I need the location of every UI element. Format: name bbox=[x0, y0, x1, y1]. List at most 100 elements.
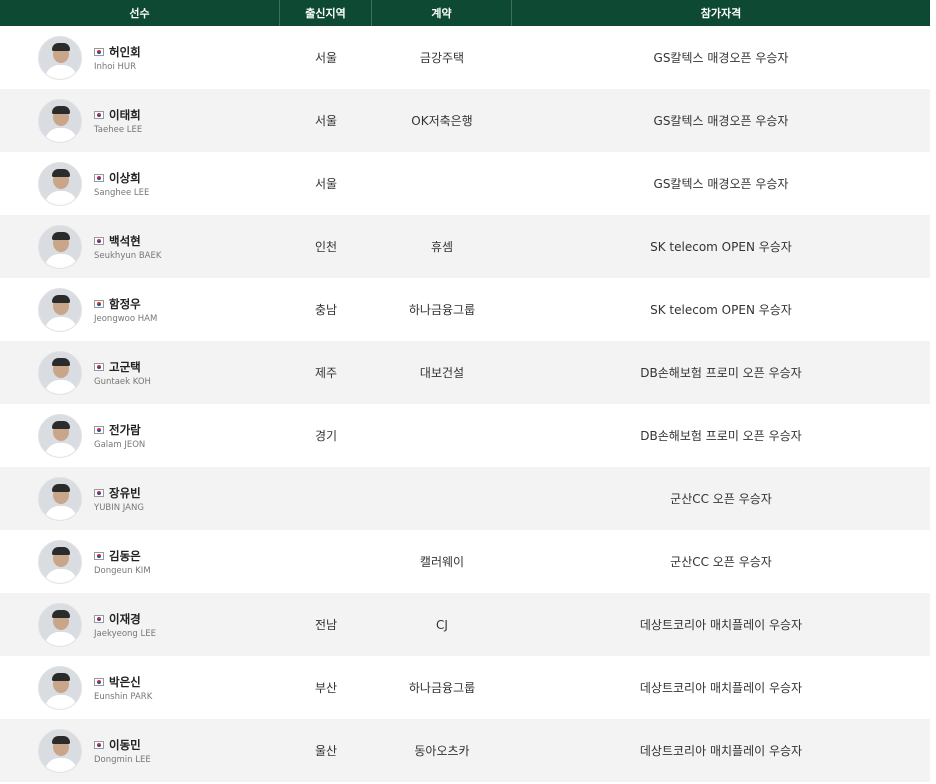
player-name-english: Inhoi HUR bbox=[94, 61, 137, 72]
table-row[interactable]: 이동민 Dongmin LEE 울산 동아오츠카 데상트코리아 매치플레이 우승… bbox=[0, 719, 930, 782]
player-name-english: YUBIN JANG bbox=[94, 502, 144, 513]
player-name-korean[interactable]: 백석현 bbox=[109, 233, 141, 249]
player-photo[interactable] bbox=[38, 350, 82, 395]
korea-flag-icon bbox=[94, 173, 104, 182]
korea-flag-icon bbox=[94, 740, 104, 749]
player-photo[interactable] bbox=[38, 728, 82, 773]
korea-flag-icon bbox=[94, 47, 104, 56]
player-photo[interactable] bbox=[38, 98, 82, 143]
korea-flag-icon bbox=[94, 299, 104, 308]
contract-cell bbox=[372, 152, 512, 215]
region-cell: 서울 bbox=[314, 51, 338, 65]
korea-flag-icon bbox=[94, 614, 104, 623]
header-qualification: 참가자격 bbox=[700, 7, 742, 20]
player-photo[interactable] bbox=[38, 161, 82, 206]
table-row[interactable]: 이상희 Sanghee LEE 서울 GS칼텍스 매경오픈 우승자 bbox=[0, 152, 930, 215]
region-cell: 서울 bbox=[314, 177, 338, 191]
region-cell: 경기 bbox=[314, 429, 338, 443]
korea-flag-icon bbox=[94, 110, 104, 119]
table-body: 허인회 Inhoi HUR 서울 금강주택 GS칼텍스 매경오픈 우승자 이태희… bbox=[0, 26, 930, 782]
player-photo[interactable] bbox=[38, 665, 82, 710]
contract-cell: CJ bbox=[436, 617, 448, 632]
qualification-cell: GS칼텍스 매경오픈 우승자 bbox=[653, 177, 789, 191]
table-row[interactable]: 장유빈 YUBIN JANG 군산CC 오픈 우승자 bbox=[0, 467, 930, 530]
player-name-korean[interactable]: 허인회 bbox=[109, 44, 141, 60]
korea-flag-icon bbox=[94, 236, 104, 245]
qualification-cell: 데상트코리아 매치플레이 우승자 bbox=[639, 681, 803, 695]
contract-cell: 하나금융그룹 bbox=[408, 681, 476, 695]
player-name-korean[interactable]: 함정우 bbox=[109, 296, 141, 312]
player-name-english: Seukhyun BAEK bbox=[94, 250, 162, 261]
table-row[interactable]: 허인회 Inhoi HUR 서울 금강주택 GS칼텍스 매경오픈 우승자 bbox=[0, 26, 930, 89]
qualification-cell: SK telecom OPEN 우승자 bbox=[650, 240, 792, 254]
player-name-korean[interactable]: 이재경 bbox=[109, 611, 141, 627]
qualification-cell: 데상트코리아 매치플레이 우승자 bbox=[639, 618, 803, 632]
korea-flag-icon bbox=[94, 425, 104, 434]
table-row[interactable]: 고군택 Guntaek KOH 제주 대보건설 DB손해보험 프로미 오픈 우승… bbox=[0, 341, 930, 404]
player-name-korean[interactable]: 이상희 bbox=[109, 170, 141, 186]
player-name-english: Jaekyeong LEE bbox=[94, 628, 156, 639]
contract-cell: 동아오츠카 bbox=[414, 744, 470, 758]
player-name-english: Eunshin PARK bbox=[94, 691, 153, 702]
table-row[interactable]: 김동은 Dongeun KIM 캘러웨이 군산CC 오픈 우승자 bbox=[0, 530, 930, 593]
player-name-korean[interactable]: 고군택 bbox=[109, 359, 141, 375]
header-player: 선수 bbox=[0, 0, 280, 26]
player-name-english: Sanghee LEE bbox=[94, 187, 150, 198]
player-cell: 이상희 Sanghee LEE bbox=[0, 152, 280, 215]
player-photo[interactable] bbox=[38, 539, 82, 584]
qualification-cell: 데상트코리아 매치플레이 우승자 bbox=[639, 744, 803, 758]
contract-cell: 대보건설 bbox=[419, 366, 465, 380]
korea-flag-icon bbox=[94, 677, 104, 686]
player-name-english: Jeongwoo HAM bbox=[94, 313, 158, 324]
region-cell: 울산 bbox=[314, 744, 338, 758]
player-name-english: Taehee LEE bbox=[94, 124, 143, 135]
player-name-korean[interactable]: 이동민 bbox=[109, 737, 141, 753]
player-cell: 함정우 Jeongwoo HAM bbox=[0, 278, 280, 341]
qualification-cell: SK telecom OPEN 우승자 bbox=[650, 303, 792, 317]
player-name-english: Guntaek KOH bbox=[94, 376, 151, 387]
qualification-cell: GS칼텍스 매경오픈 우승자 bbox=[653, 114, 789, 128]
region-cell bbox=[280, 530, 372, 593]
qualification-cell: DB손해보험 프로미 오픈 우승자 bbox=[640, 429, 802, 443]
player-name-english: Dongeun KIM bbox=[94, 565, 151, 576]
player-name-korean[interactable]: 전가람 bbox=[109, 422, 141, 438]
player-photo[interactable] bbox=[38, 476, 82, 521]
player-cell: 이재경 Jaekyeong LEE bbox=[0, 593, 280, 656]
player-name-english: Galam JEON bbox=[94, 439, 146, 450]
player-photo[interactable] bbox=[38, 287, 82, 332]
table-row[interactable]: 함정우 Jeongwoo HAM 충남 하나금융그룹 SK telecom OP… bbox=[0, 278, 930, 341]
qualification-cell: GS칼텍스 매경오픈 우승자 bbox=[653, 51, 789, 65]
qualification-cell: DB손해보험 프로미 오픈 우승자 bbox=[640, 366, 802, 380]
player-cell: 박은신 Eunshin PARK bbox=[0, 656, 280, 719]
player-name-english: Dongmin LEE bbox=[94, 754, 151, 765]
korea-flag-icon bbox=[94, 551, 104, 560]
player-name-korean[interactable]: 이태희 bbox=[109, 107, 141, 123]
player-name-korean[interactable]: 박은신 bbox=[109, 674, 141, 690]
contract-cell: 금강주택 bbox=[419, 51, 465, 65]
player-cell: 장유빈 YUBIN JANG bbox=[0, 467, 280, 530]
header-region: 출신지역 bbox=[280, 0, 372, 26]
player-photo[interactable] bbox=[38, 224, 82, 269]
player-cell: 김동은 Dongeun KIM bbox=[0, 530, 280, 593]
player-cell: 이동민 Dongmin LEE bbox=[0, 719, 280, 782]
table-row[interactable]: 박은신 Eunshin PARK 부산 하나금융그룹 데상트코리아 매치플레이 … bbox=[0, 656, 930, 719]
table-row[interactable]: 백석현 Seukhyun BAEK 인천 휴셈 SK telecom OPEN … bbox=[0, 215, 930, 278]
contract-cell: OK저축은행 bbox=[411, 114, 473, 128]
table-row[interactable]: 이태희 Taehee LEE 서울 OK저축은행 GS칼텍스 매경오픈 우승자 bbox=[0, 89, 930, 152]
header-contract: 계약 bbox=[372, 0, 512, 26]
region-cell: 충남 bbox=[314, 303, 338, 317]
region-cell: 서울 bbox=[314, 114, 338, 128]
table-row[interactable]: 이재경 Jaekyeong LEE 전남 CJ 데상트코리아 매치플레이 우승자 bbox=[0, 593, 930, 656]
player-cell: 이태희 Taehee LEE bbox=[0, 89, 280, 152]
player-photo[interactable] bbox=[38, 35, 82, 80]
region-cell: 부산 bbox=[314, 681, 338, 695]
contract-cell: 하나금융그룹 bbox=[408, 303, 476, 317]
player-photo[interactable] bbox=[38, 413, 82, 458]
players-table: 선수 출신지역 계약 참가자격 허인회 Inhoi HUR 서울 금강주택 GS… bbox=[0, 0, 930, 782]
player-name-korean[interactable]: 김동은 bbox=[109, 548, 141, 564]
player-photo[interactable] bbox=[38, 602, 82, 647]
player-name-korean[interactable]: 장유빈 bbox=[109, 485, 141, 501]
table-row[interactable]: 전가람 Galam JEON 경기 DB손해보험 프로미 오픈 우승자 bbox=[0, 404, 930, 467]
qualification-cell: 군산CC 오픈 우승자 bbox=[670, 555, 772, 569]
region-cell bbox=[280, 467, 372, 530]
